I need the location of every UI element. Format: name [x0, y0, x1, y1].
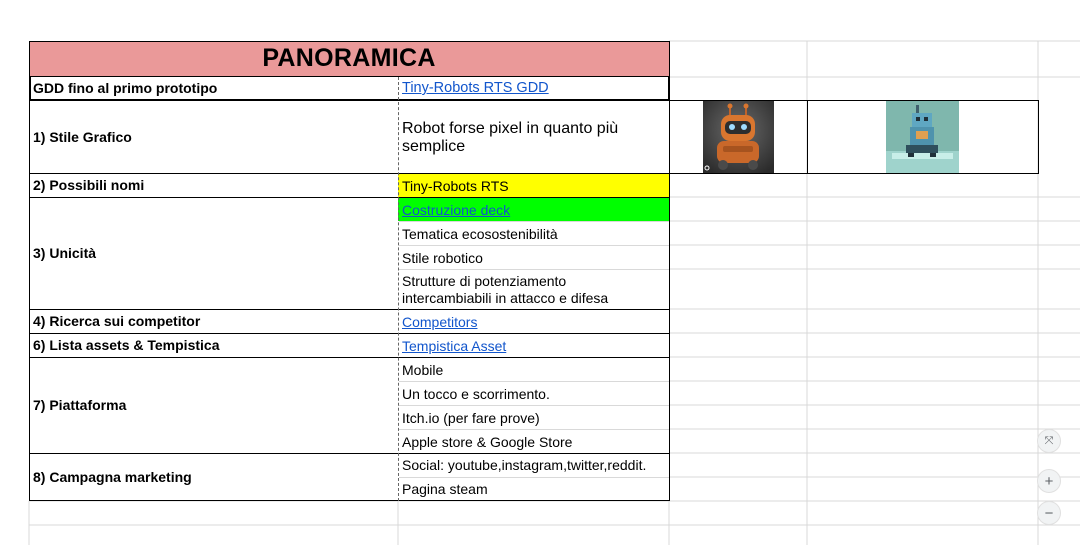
- image-border-right: [1038, 100, 1039, 174]
- blue-robot-image[interactable]: [886, 101, 959, 173]
- cell-mobile[interactable]: Mobile: [398, 358, 669, 381]
- cell-competitors[interactable]: Competitors: [398, 310, 669, 333]
- steam-text: Pagina steam: [402, 481, 488, 497]
- strutture-text-line1: Strutture di potenziamento: [402, 273, 567, 289]
- zoom-in-button[interactable]: +: [1037, 469, 1061, 493]
- cell-social[interactable]: Social: youtube,instagram,twitter,reddit…: [398, 454, 669, 477]
- sheet-title[interactable]: PANORAMICA: [29, 41, 669, 76]
- strutture-text-line2: intercambiabili in attacco e difesa: [402, 290, 609, 306]
- mobile-text: Mobile: [402, 362, 444, 378]
- cell-stile-grafico[interactable]: Robot forse pixel in quanto più semplice: [398, 101, 669, 173]
- stile-grafico-text-line2: semplice: [402, 138, 466, 155]
- store-text: Apple store & Google Store: [402, 434, 573, 450]
- stile-grafico-text-line1: Robot forse pixel in quanto più: [402, 120, 619, 137]
- border-right: [669, 41, 670, 501]
- row-possibili-nomi[interactable]: 2) Possibili nomi: [29, 174, 398, 197]
- row-label: GDD fino al primo prototipo: [33, 80, 218, 96]
- row-label: 3) Unicità: [33, 245, 97, 261]
- row-label: 7) Piattaforma: [33, 397, 127, 413]
- row-campagna-marketing[interactable]: 8) Campagna marketing: [29, 454, 398, 500]
- row-gdd[interactable]: GDD fino al primo prototipo: [29, 77, 398, 100]
- cell-tematica[interactable]: Tematica ecosostenibilità: [398, 222, 669, 245]
- image-border-mid: [807, 100, 808, 174]
- row-lista-assets[interactable]: 6) Lista assets & Tempistica: [29, 334, 398, 357]
- possibili-nomi-text: Tiny-Robots RTS: [402, 178, 509, 194]
- cell-strutture[interactable]: Strutture di potenziamento intercambiabi…: [398, 270, 669, 309]
- stile-robotico-text: Stile robotico: [402, 250, 483, 266]
- zoom-out-button[interactable]: −: [1037, 501, 1061, 525]
- costruzione-deck-link[interactable]: Costruzione deck: [402, 202, 510, 219]
- row-stile-grafico[interactable]: 1) Stile Grafico: [29, 101, 398, 173]
- row-label: 1) Stile Grafico: [33, 129, 132, 145]
- tocco-text: Un tocco e scorrimento.: [402, 386, 550, 402]
- fit-view-icon[interactable]: ⤧: [1037, 429, 1061, 453]
- gdd-link[interactable]: Tiny-Robots RTS GDD: [402, 80, 549, 97]
- cell-tocco[interactable]: Un tocco e scorrimento.: [398, 382, 669, 405]
- row-unicita[interactable]: 3) Unicità: [29, 198, 398, 309]
- cell-gdd-link[interactable]: Tiny-Robots RTS GDD: [398, 77, 669, 100]
- row-piattaforma[interactable]: 7) Piattaforma: [29, 358, 398, 453]
- border-bottom: [29, 500, 669, 501]
- tempistica-asset-link[interactable]: Tempistica Asset: [402, 338, 506, 355]
- cell-itch[interactable]: Itch.io (per fare prove): [398, 406, 669, 429]
- row-ricerca-competitor[interactable]: 4) Ricerca sui competitor: [29, 310, 398, 333]
- cell-store[interactable]: Apple store & Google Store: [398, 430, 669, 453]
- cell-steam[interactable]: Pagina steam: [398, 478, 669, 500]
- border-top: [29, 41, 669, 42]
- row-label: 2) Possibili nomi: [33, 177, 145, 193]
- cell-costruzione-deck[interactable]: Costruzione deck: [398, 198, 669, 221]
- cell-stile-robotico[interactable]: Stile robotico: [398, 246, 669, 269]
- cell-tempistica[interactable]: Tempistica Asset: [398, 334, 669, 357]
- tematica-text: Tematica ecosostenibilità: [402, 226, 558, 242]
- row-label: 6) Lista assets & Tempistica: [33, 337, 220, 353]
- row-label: 4) Ricerca sui competitor: [33, 313, 201, 329]
- row-label: 8) Campagna marketing: [33, 469, 192, 485]
- social-text: Social: youtube,instagram,twitter,reddit…: [402, 457, 647, 473]
- itch-text: Itch.io (per fare prove): [402, 410, 540, 426]
- competitors-link[interactable]: Competitors: [402, 314, 477, 331]
- orange-robot-image[interactable]: [703, 101, 774, 173]
- cell-possibili-nomi[interactable]: Tiny-Robots RTS: [398, 174, 669, 197]
